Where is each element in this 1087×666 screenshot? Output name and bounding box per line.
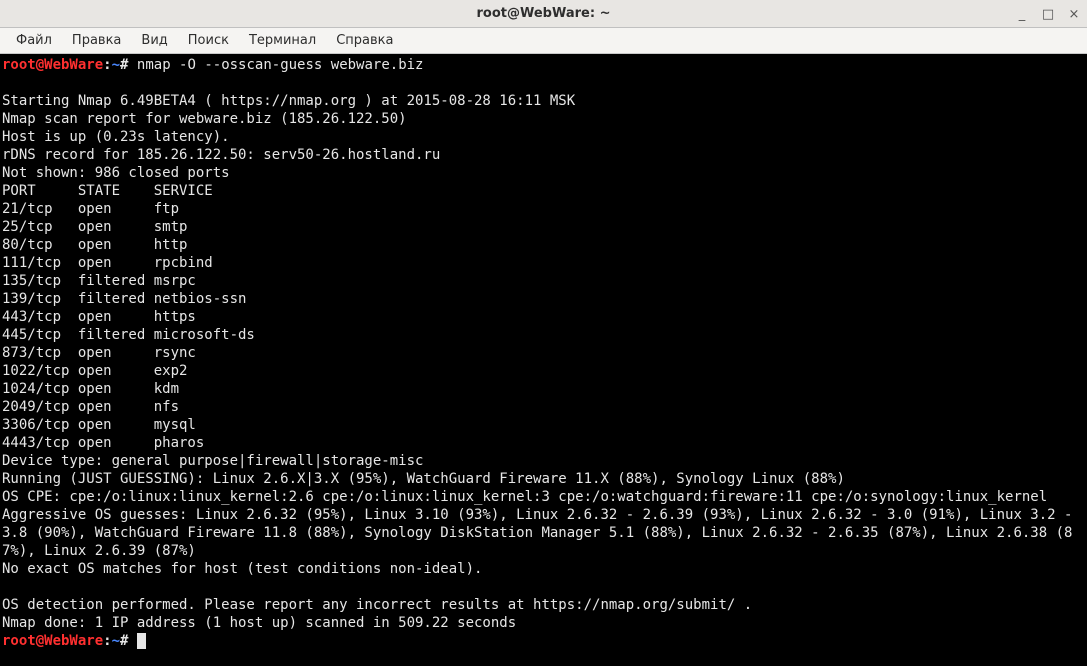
titlebar: root@WebWare: ~ _ □ × bbox=[0, 0, 1087, 28]
prompt-colon: : bbox=[103, 633, 111, 649]
output-line: 443/tcp open https bbox=[2, 309, 196, 325]
menu-view[interactable]: Вид bbox=[133, 30, 175, 51]
close-button[interactable]: × bbox=[1067, 7, 1081, 22]
output-line: Running (JUST GUESSING): Linux 2.6.X|3.X… bbox=[2, 471, 845, 487]
output-line: 139/tcp filtered netbios-ssn bbox=[2, 291, 246, 307]
terminal-output[interactable]: root@WebWare:~# nmap -O --osscan-guess w… bbox=[0, 54, 1087, 666]
output-line: 21/tcp open ftp bbox=[2, 201, 179, 217]
output-line: No exact OS matches for host (test condi… bbox=[2, 561, 482, 577]
output-line: 2049/tcp open nfs bbox=[2, 399, 179, 415]
output-line: rDNS record for 185.26.122.50: serv50-26… bbox=[2, 147, 440, 163]
minimize-button[interactable]: _ bbox=[1015, 7, 1029, 22]
menu-help[interactable]: Справка bbox=[328, 30, 401, 51]
output-line: Nmap scan report for webware.biz (185.26… bbox=[2, 111, 407, 127]
output-line: OS CPE: cpe:/o:linux:linux_kernel:2.6 cp… bbox=[2, 489, 1047, 505]
output-line: 1024/tcp open kdm bbox=[2, 381, 179, 397]
output-line: Host is up (0.23s latency). bbox=[2, 129, 230, 145]
window-controls: _ □ × bbox=[1015, 0, 1081, 28]
prompt-colon: : bbox=[103, 57, 111, 73]
output-line: 135/tcp filtered msrpc bbox=[2, 273, 196, 289]
maximize-button[interactable]: □ bbox=[1041, 7, 1055, 22]
menu-search[interactable]: Поиск bbox=[180, 30, 237, 51]
prompt-path: ~ bbox=[112, 57, 120, 73]
prompt-path: ~ bbox=[112, 633, 120, 649]
menu-edit[interactable]: Правка bbox=[64, 30, 129, 51]
prompt-hash: # bbox=[120, 57, 128, 73]
output-line: Device type: general purpose|firewall|st… bbox=[2, 453, 423, 469]
output-line: Aggressive OS guesses: Linux 2.6.32 (95%… bbox=[2, 507, 1081, 559]
output-line: OS detection performed. Please report an… bbox=[2, 597, 752, 613]
output-line: PORT STATE SERVICE bbox=[2, 183, 213, 199]
prompt-user-host: root@WebWare bbox=[2, 57, 103, 73]
cursor bbox=[137, 633, 146, 649]
output-line: 25/tcp open smtp bbox=[2, 219, 187, 235]
output-line: Starting Nmap 6.49BETA4 ( https://nmap.o… bbox=[2, 93, 575, 109]
menu-terminal[interactable]: Терминал bbox=[241, 30, 324, 51]
menubar: Файл Правка Вид Поиск Терминал Справка bbox=[0, 28, 1087, 54]
output-line: Not shown: 986 closed ports bbox=[2, 165, 230, 181]
output-line: 873/tcp open rsync bbox=[2, 345, 196, 361]
output-line: 111/tcp open rpcbind bbox=[2, 255, 213, 271]
output-line: 3306/tcp open mysql bbox=[2, 417, 196, 433]
window-title: root@WebWare: ~ bbox=[477, 6, 611, 21]
menu-file[interactable]: Файл bbox=[8, 30, 60, 51]
output-line: 445/tcp filtered microsoft-ds bbox=[2, 327, 255, 343]
output-line: Nmap done: 1 IP address (1 host up) scan… bbox=[2, 615, 516, 631]
output-line: 1022/tcp open exp2 bbox=[2, 363, 187, 379]
output-line: 4443/tcp open pharos bbox=[2, 435, 204, 451]
prompt-hash: # bbox=[120, 633, 128, 649]
command-text: nmap -O --osscan-guess webware.biz bbox=[137, 57, 424, 73]
prompt-user-host: root@WebWare bbox=[2, 633, 103, 649]
output-line: 80/tcp open http bbox=[2, 237, 187, 253]
